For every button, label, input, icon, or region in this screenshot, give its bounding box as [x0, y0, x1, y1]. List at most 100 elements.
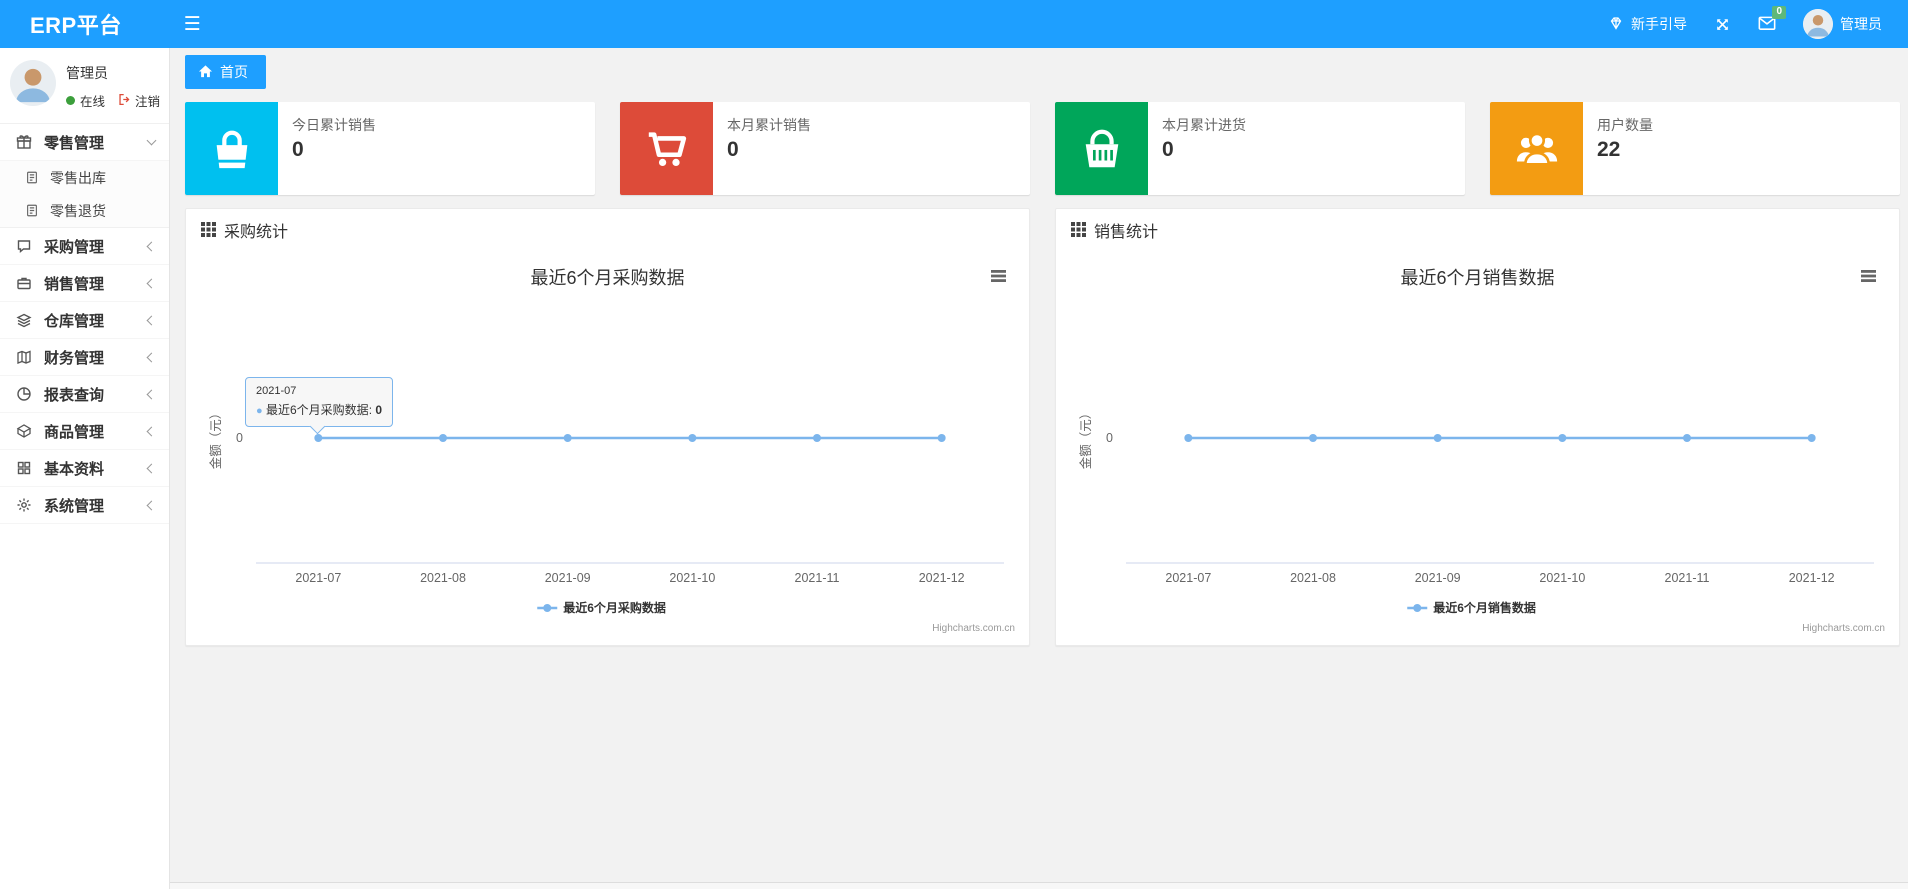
- users-icon: [1490, 102, 1583, 195]
- svg-text:0: 0: [1106, 431, 1113, 445]
- user-avatar: [1803, 9, 1833, 39]
- sidebar-item-label: 基本资料: [44, 460, 105, 478]
- stat-title: 今日累计销售: [292, 117, 376, 133]
- svg-text:最近6个月销售数据: 最近6个月销售数据: [1433, 600, 1536, 615]
- svg-text:2021-09: 2021-09: [1415, 571, 1461, 585]
- footer-strip: [170, 882, 1908, 889]
- svg-text:2021-11: 2021-11: [1665, 571, 1710, 585]
- sidebar-menu: 零售管理 零售出库 零售退货 采购管理 销售管理 仓库管理 财务管理 报表查询 …: [0, 124, 169, 524]
- svg-text:2021-08: 2021-08: [1290, 571, 1336, 585]
- th-grid-icon: [201, 222, 216, 237]
- stat-card-month-sales[interactable]: 本月累计销售 0: [620, 102, 1030, 195]
- tab-home[interactable]: 首页: [185, 55, 266, 89]
- highcharts-credits[interactable]: Highcharts.com.cn: [932, 623, 1015, 634]
- svg-text:最近6个月销售数据: 最近6个月销售数据: [1400, 268, 1554, 288]
- chart-legend[interactable]: 最近6个月销售数据: [1407, 600, 1536, 615]
- grid-icon: [16, 460, 36, 476]
- sidebar-item-sales[interactable]: 销售管理: [0, 265, 169, 302]
- sidebar-item-finance[interactable]: 财务管理: [0, 339, 169, 376]
- sidebar-avatar: [10, 60, 56, 106]
- home-icon: [198, 64, 213, 81]
- sidebar-item-label: 零售退货: [50, 202, 106, 219]
- sidebar-item-retail[interactable]: 零售管理: [0, 124, 169, 161]
- username-label: 管理员: [1840, 16, 1882, 32]
- th-grid-icon: [1071, 222, 1086, 237]
- shopping-bag-icon: [185, 102, 278, 195]
- tab-home-label: 首页: [220, 64, 248, 80]
- chevron-left-icon: [146, 500, 157, 510]
- logout-link[interactable]: 注销: [118, 91, 160, 110]
- gift-icon: [16, 134, 36, 150]
- highcharts-credits[interactable]: Highcharts.com.cn: [1802, 623, 1885, 634]
- stat-value: 0: [727, 138, 739, 161]
- chevron-left-icon: [146, 426, 157, 436]
- sales-stats-panel: 销售统计 最近6个月销售数据 金额（元） 0 2021-07 2021-08 2021-0…: [1055, 208, 1900, 646]
- file-icon: [25, 203, 43, 218]
- panel-title: 采购统计: [224, 223, 289, 241]
- chevron-left-icon: [146, 352, 157, 362]
- svg-text:2021-12: 2021-12: [919, 571, 965, 585]
- sidebar-item-retail-return[interactable]: 零售退货: [0, 194, 169, 227]
- stat-title: 本月累计销售: [727, 117, 811, 133]
- stat-card-today-sales[interactable]: 今日累计销售 0: [185, 102, 595, 195]
- user-menu[interactable]: 管理员: [1803, 9, 1882, 39]
- sidebar-item-label: 系统管理: [44, 497, 105, 515]
- chat-icon: [16, 238, 36, 254]
- tooltip-value: 0: [375, 403, 383, 417]
- stat-title: 用户数量: [1597, 117, 1653, 133]
- fullscreen-button[interactable]: [1714, 16, 1731, 33]
- svg-text:金额（元）: 金额（元）: [1078, 407, 1093, 470]
- svg-text:2021-07: 2021-07: [1165, 571, 1211, 585]
- message-count-badge: 0: [1772, 5, 1786, 19]
- sidebar-toggle-icon[interactable]: ☰: [184, 15, 201, 34]
- chevron-left-icon: [146, 463, 157, 473]
- sidebar-item-reports[interactable]: 报表查询: [0, 376, 169, 413]
- chart-legend[interactable]: 最近6个月采购数据: [537, 600, 666, 615]
- sidebar-item-label: 零售出库: [50, 169, 106, 186]
- svg-text:最近6个月采购数据: 最近6个月采购数据: [530, 268, 684, 288]
- purchase-stats-panel: 采购统计 最近6个月采购数据 金额（元） 0 2021-07 2021-08 2021-0…: [185, 208, 1030, 646]
- stat-card-user-count[interactable]: 用户数量 22: [1490, 102, 1900, 195]
- svg-text:2021-11: 2021-11: [795, 571, 840, 585]
- chart-context-menu-icon[interactable]: [1861, 270, 1876, 282]
- chart-panels-row: 采购统计 最近6个月采购数据 金额（元） 0 2021-07 2021-08 2021-0…: [185, 208, 1900, 646]
- messages-button[interactable]: 0: [1758, 5, 1786, 34]
- stat-value: 22: [1597, 138, 1621, 161]
- pie-chart-icon: [16, 386, 36, 402]
- gear-icon: [16, 497, 36, 513]
- stat-value: 0: [292, 138, 304, 161]
- purchase-line-chart: 最近6个月采购数据金额（元） 02021-07 2021-08 2021-09 2021…: [208, 268, 1015, 634]
- chart-tooltip: 2021-07 ● 最近6个月采购数据: 0: [245, 377, 394, 427]
- gem-icon: [1608, 15, 1624, 34]
- sidebar-item-label: 零售管理: [44, 134, 105, 152]
- sidebar-item-purchase[interactable]: 采购管理: [0, 228, 169, 265]
- sales-line-chart: 最近6个月销售数据金额（元） 02021-07 2021-08 2021-09 2021…: [1078, 268, 1885, 634]
- tooltip-series-label: 最近6个月采购数据: [266, 403, 369, 417]
- sidebar-item-label: 报表查询: [44, 386, 105, 404]
- panel-title: 销售统计: [1094, 223, 1159, 241]
- sidebar-item-label: 仓库管理: [44, 312, 105, 330]
- stat-card-month-purchase[interactable]: 本月累计进货 0: [1055, 102, 1465, 195]
- sidebar-username: 管理员: [66, 65, 108, 81]
- sidebar-item-warehouse[interactable]: 仓库管理: [0, 302, 169, 339]
- guide-button[interactable]: 新手引导: [1608, 14, 1687, 34]
- sidebar-item-retail-outbound[interactable]: 零售出库: [0, 161, 169, 194]
- sidebar-item-label: 财务管理: [44, 349, 105, 367]
- series-dot-icon: ●: [256, 405, 263, 417]
- app-brand: ERP平台: [30, 13, 122, 38]
- briefcase-icon: [16, 275, 36, 291]
- sidebar-item-label: 销售管理: [44, 275, 105, 293]
- svg-text:2021-12: 2021-12: [1789, 571, 1835, 585]
- sidebar: 管理员 在线 注销 零售管理 零售出库 零售退货 采购管理 销售管理 仓库管理 …: [0, 48, 170, 889]
- shopping-cart-icon: [620, 102, 713, 195]
- chart-context-menu-icon[interactable]: [991, 270, 1006, 282]
- sidebar-user-panel: 管理员 在线 注销: [0, 48, 169, 124]
- chevron-left-icon: [146, 315, 157, 325]
- box-icon: [16, 423, 36, 439]
- sidebar-item-basic-data[interactable]: 基本资料: [0, 450, 169, 487]
- svg-text:最近6个月采购数据: 最近6个月采购数据: [563, 600, 666, 615]
- sidebar-item-goods[interactable]: 商品管理: [0, 413, 169, 450]
- sidebar-item-label: 采购管理: [44, 238, 105, 256]
- online-status-label: 在线: [80, 95, 106, 109]
- sidebar-item-system[interactable]: 系统管理: [0, 487, 169, 524]
